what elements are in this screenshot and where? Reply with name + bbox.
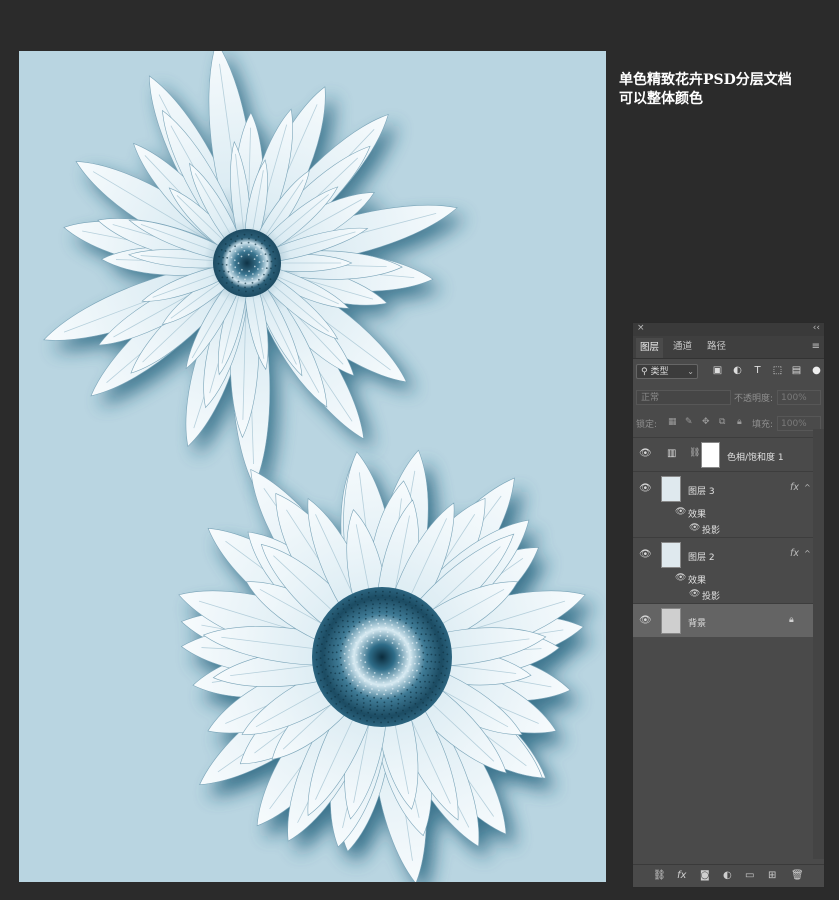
layer-hue-saturation[interactable]: 👁︎ ▥ ⛓ 色相/饱和度 1: [633, 437, 813, 471]
smart-object-filter-icon[interactable]: ▤: [791, 365, 802, 376]
new-layer-icon[interactable]: ⊞: [768, 870, 776, 881]
blend-row: 正常 不透明度: 100%: [636, 390, 822, 406]
lock-image-icon[interactable]: ✎: [685, 417, 693, 427]
opacity-label: 不透明度:: [734, 394, 774, 404]
image-filter-icon[interactable]: ▣: [712, 365, 723, 376]
blend-mode-select[interactable]: 正常: [636, 390, 731, 405]
effects-eye-icon[interactable]: 👁︎: [675, 507, 686, 517]
drop-shadow-eye-icon[interactable]: 👁︎: [689, 589, 700, 599]
kind-filter-value: 类型: [650, 367, 669, 377]
kind-filter-select[interactable]: ⚲ 类型 ⌄: [636, 364, 698, 379]
lock-transparent-icon[interactable]: ▦: [668, 417, 677, 427]
layer-thumbnail[interactable]: [661, 542, 681, 568]
trash-icon[interactable]: 🗑︎: [791, 870, 804, 881]
panel-tabs: 图层 通道 路径 ≡: [633, 336, 824, 359]
adjustment-icon[interactable]: ◐: [723, 870, 732, 881]
effects-label: 效果: [688, 576, 707, 586]
adjustment-layer-icon: ▥: [667, 448, 677, 459]
lock-row: 锁定: ▦ ✎ ✥ ⧉ 🔒︎ 填充: 100%: [636, 416, 822, 432]
blend-mode-value: 正常: [641, 393, 660, 403]
filter-row: ⚲ 类型 ⌄ ▣ ◐ T ⬚ ▤ ●: [636, 363, 822, 381]
layers-scrollbar[interactable]: [813, 429, 824, 859]
tab-channels[interactable]: 通道: [669, 340, 696, 356]
collapse-icon[interactable]: ‹‹: [813, 323, 820, 333]
drop-shadow-eye-icon[interactable]: 👁︎: [689, 523, 700, 533]
fx-icon[interactable]: fx: [790, 548, 799, 559]
layer-name[interactable]: 背景: [688, 616, 706, 629]
lock-position-icon[interactable]: ✥: [702, 417, 710, 427]
lock-artboard-icon[interactable]: ⧉: [719, 417, 725, 427]
adjustment-filter-icon[interactable]: ◐: [732, 365, 743, 376]
layer-name[interactable]: 色相/饱和度 1: [727, 450, 784, 463]
visibility-eye-icon[interactable]: 👁︎: [639, 483, 652, 494]
caption-line-2: 可以整体颜色: [619, 91, 703, 107]
visibility-eye-icon[interactable]: 👁︎: [639, 615, 652, 626]
shape-filter-icon[interactable]: ⬚: [772, 365, 783, 376]
layers-panel: × ‹‹ 图层 通道 路径 ≡ ⚲ 类型 ⌄ ▣ ◐ T ⬚ ▤ ● 正常 不透…: [632, 322, 825, 888]
visibility-eye-icon[interactable]: 👁︎: [639, 448, 652, 459]
tab-layers[interactable]: 图层: [636, 338, 664, 358]
layer-background[interactable]: 👁︎ 背景 🔒︎: [633, 603, 813, 637]
mask-link-icon[interactable]: ⛓: [689, 448, 700, 458]
lock-all-icon[interactable]: 🔒︎: [737, 417, 742, 427]
layer-3[interactable]: 👁︎ 图层 3 fx ^ 👁︎ 效果 👁︎ 投影: [633, 471, 813, 537]
tab-paths[interactable]: 路径: [703, 340, 730, 356]
lock-icon: 🔒︎: [789, 615, 794, 625]
document-canvas[interactable]: [19, 51, 606, 882]
chevron-up-icon[interactable]: ^: [804, 483, 811, 492]
fx-icon[interactable]: fx: [677, 870, 686, 881]
close-icon[interactable]: ×: [637, 323, 645, 333]
flower-artwork: [43, 51, 595, 882]
mask-icon[interactable]: ◙: [700, 870, 710, 881]
visibility-eye-icon[interactable]: 👁︎: [639, 549, 652, 560]
caption: 单色精致花卉PSD分层文档 可以整体颜色: [619, 71, 829, 109]
opacity-input[interactable]: 100%: [777, 390, 821, 405]
layer-name[interactable]: 图层 3: [688, 484, 715, 497]
panel-title-bar: × ‹‹: [633, 323, 824, 336]
effects-eye-icon[interactable]: 👁︎: [675, 573, 686, 583]
layer-name[interactable]: 图层 2: [688, 550, 715, 563]
chevron-up-icon[interactable]: ^: [804, 549, 811, 558]
layer-thumbnail[interactable]: [661, 476, 681, 502]
chevron-down-icon: ⌄: [687, 367, 694, 376]
panel-menu-icon[interactable]: ≡: [812, 341, 820, 352]
layer-thumbnail[interactable]: [661, 608, 681, 634]
group-icon[interactable]: ▭: [745, 870, 754, 881]
drop-shadow-label[interactable]: 投影: [702, 589, 720, 602]
layer-2[interactable]: 👁︎ 图层 2 fx ^ 👁︎ 效果 👁︎ 投影: [633, 537, 813, 603]
filter-toggle-icon[interactable]: ●: [811, 365, 822, 376]
caption-line-1: 单色精致花卉PSD分层文档: [619, 72, 792, 88]
fill-label: 填充:: [752, 420, 774, 430]
type-filter-icon[interactable]: T: [752, 365, 763, 376]
lock-label: 锁定:: [636, 420, 658, 430]
drop-shadow-label[interactable]: 投影: [702, 523, 720, 536]
flower-1: [43, 51, 458, 488]
panel-bottom-bar: ⛓ fx ◙ ◐ ▭ ⊞ 🗑︎: [633, 864, 824, 887]
link-layers-icon[interactable]: ⛓: [653, 870, 666, 881]
fx-icon[interactable]: fx: [790, 482, 799, 493]
layer-mask-thumbnail[interactable]: [701, 442, 720, 468]
effects-label: 效果: [688, 510, 707, 520]
